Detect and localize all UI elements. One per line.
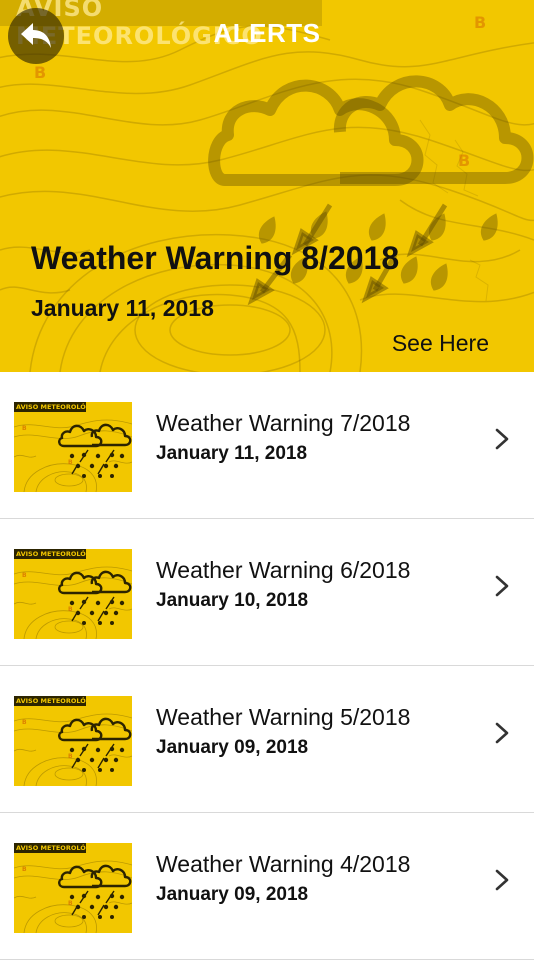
chevron-right-icon <box>495 428 509 450</box>
weather-map-thumbnail-icon: B B <box>14 419 132 492</box>
thumbnail-banner-text: AVISO METEOROLÓGICO <box>14 402 104 412</box>
svg-text:B: B <box>68 753 73 760</box>
alert-date: January 11, 2018 <box>156 443 308 464</box>
alert-date: January 10, 2018 <box>156 590 309 611</box>
list-item[interactable]: B B AVISO METEOROLÓGICO Weather Warning … <box>0 372 534 519</box>
alert-thumbnail: B B AVISO METEOROLÓGICO <box>14 843 132 933</box>
svg-text:B: B <box>34 63 46 82</box>
thumbnail-banner-text: AVISO METEOROLÓGICO <box>14 549 104 559</box>
list-item[interactable]: B B AVISO METEOROLÓGICO Weather Warning … <box>0 519 534 666</box>
thumbnail-banner-text: AVISO METEOROLÓGICO <box>14 696 104 706</box>
list-item[interactable]: B B AVISO METEOROLÓGICO Weather Warning … <box>0 813 534 960</box>
svg-text:B: B <box>22 719 27 726</box>
svg-text:B: B <box>68 606 73 613</box>
page-title: ALERTS <box>213 18 321 48</box>
chevron-right-icon <box>495 722 509 744</box>
alert-thumbnail: B B AVISO METEOROLÓGICO <box>14 696 132 786</box>
alert-thumbnail: B B AVISO METEOROLÓGICO <box>14 549 132 639</box>
list-item[interactable]: B B AVISO METEOROLÓGICO Weather Warning … <box>0 666 534 813</box>
alert-thumbnail: B B AVISO METEOROLÓGICO <box>14 402 132 492</box>
alert-title: Weather Warning 7/2018 <box>156 410 411 436</box>
weather-map-thumbnail-icon: B B <box>14 860 132 933</box>
svg-text:B: B <box>458 151 470 170</box>
weather-map-thumbnail-icon: B B <box>14 713 132 786</box>
svg-text:B: B <box>22 425 27 432</box>
featured-alert-title: Weather Warning 8/2018 <box>31 240 400 276</box>
thumbnail-banner-text: AVISO METEOROLÓGICO <box>14 843 104 853</box>
see-here-link[interactable]: See Here <box>392 330 489 357</box>
svg-text:B: B <box>22 866 27 873</box>
alert-list: B B AVISO METEOROLÓGICO Weather Warning … <box>0 372 534 960</box>
alert-date: January 09, 2018 <box>156 737 309 758</box>
alert-date: January 09, 2018 <box>156 884 309 905</box>
weather-map-thumbnail-icon: B B <box>14 566 132 639</box>
svg-text:B: B <box>68 459 73 466</box>
svg-text:B: B <box>22 572 27 579</box>
svg-text:B: B <box>68 900 73 907</box>
chevron-right-icon <box>495 869 509 891</box>
alert-title: Weather Warning 5/2018 <box>156 704 411 730</box>
alert-title: Weather Warning 6/2018 <box>156 557 411 583</box>
featured-alert-date: January 11, 2018 <box>31 295 214 321</box>
chevron-right-icon <box>495 575 509 597</box>
featured-alert[interactable]: B B B AVISO METEOROLÓGICO ALERTS Weather… <box>0 0 534 372</box>
alert-title: Weather Warning 4/2018 <box>156 851 411 877</box>
